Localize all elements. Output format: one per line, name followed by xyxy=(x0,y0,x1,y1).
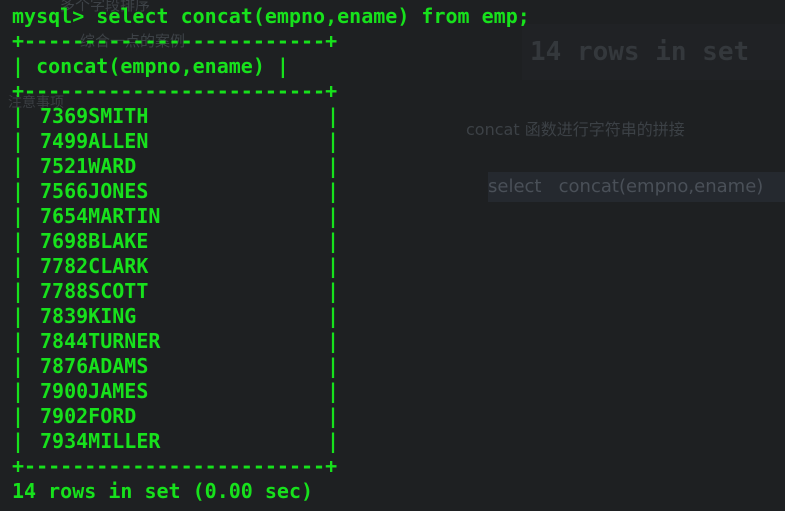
table-pipe-right: | xyxy=(327,204,340,228)
background-ghost-text: concat 函数进行字符串的拼接 xyxy=(466,120,685,139)
table-pipe-right: | xyxy=(327,254,340,278)
table-pipe-left: | xyxy=(12,329,25,353)
table-cell: 7499ALLEN xyxy=(40,129,149,153)
table-row: | 7900JAMES | xyxy=(12,379,339,404)
table-pipe-left: | xyxy=(12,304,25,328)
table-pipe-left: | xyxy=(12,154,25,178)
table-pipe-left: | xyxy=(12,204,25,228)
table-row: | 7788SCOTT | xyxy=(12,279,339,304)
table-cell: 7934MILLER xyxy=(40,429,161,453)
command-text: select concat(empno,ename) from emp; xyxy=(96,4,530,28)
table-row: | 7521WARD | xyxy=(12,154,339,179)
table-row: | 7839KING | xyxy=(12,304,339,329)
table-cell: 7369SMITH xyxy=(40,104,149,128)
table-pipe-right: | xyxy=(327,354,340,378)
table-pipe-right: | xyxy=(327,179,340,203)
table-cell: 7698BLAKE xyxy=(40,229,149,253)
table-pipe-left: | xyxy=(12,404,25,428)
table-pipe-left: | xyxy=(12,129,25,153)
table-pipe-left: | xyxy=(12,104,25,128)
table-pipe-left: | xyxy=(12,229,25,253)
table-border-top: +-------------------------+ xyxy=(12,29,338,53)
table-pipe-right: | xyxy=(327,304,340,328)
table-row: | 7782CLARK | xyxy=(12,254,339,279)
table-pipe-right: | xyxy=(327,279,340,303)
table-row: | 7499ALLEN | xyxy=(12,129,339,154)
table-pipe-left: | xyxy=(12,254,25,278)
table-pipe-left: | xyxy=(12,179,25,203)
table-pipe-right: | xyxy=(327,129,340,153)
table-pipe-left: | xyxy=(12,279,25,303)
table-row: | 7698BLAKE | xyxy=(12,229,339,254)
table-pipe-left: | xyxy=(12,354,25,378)
result-footer: 14 rows in set (0.00 sec) xyxy=(12,479,314,503)
table-cell: 7902FORD xyxy=(40,404,137,428)
table-cell: 7839KING xyxy=(40,304,137,328)
table-cell: 7782CLARK xyxy=(40,254,149,278)
table-cell: 7900JAMES xyxy=(40,379,149,403)
command-line: mysql> select concat(empno,ename) from e… xyxy=(12,4,530,29)
table-row: | 7654MARTIN | xyxy=(12,204,339,229)
table-row: | 7844TURNER | xyxy=(12,329,339,354)
table-cell: 7844TURNER xyxy=(40,329,161,353)
background-ghost-heading: 14 rows in set xyxy=(522,24,785,80)
table-cell: 7876ADAMS xyxy=(40,354,149,378)
table-pipe-right: | xyxy=(327,104,340,128)
table-header: | concat(empno,ename) | xyxy=(12,54,289,78)
table-border-mid: +-------------------------+ xyxy=(12,79,338,103)
table-cell: 7521WARD xyxy=(40,154,137,178)
table-pipe-right: | xyxy=(327,154,340,178)
table-cell: 7566JONES xyxy=(40,179,149,203)
background-ghost-code: select concat(empno,ename) xyxy=(488,172,785,202)
table-row: | 7369SMITH | xyxy=(12,104,339,129)
table-pipe-left: | xyxy=(12,429,25,453)
table-row: | 7566JONES | xyxy=(12,179,339,204)
table-pipe-left: | xyxy=(12,379,25,403)
table-pipe-right: | xyxy=(327,229,340,253)
table-pipe-right: | xyxy=(327,404,340,428)
table-cell: 7654MARTIN xyxy=(40,204,161,228)
table-pipe-right: | xyxy=(327,379,340,403)
table-border-bottom: +-------------------------+ xyxy=(12,454,338,478)
table-row: | 7876ADAMS | xyxy=(12,354,339,379)
table-row: | 7934MILLER | xyxy=(12,429,339,454)
prompt: mysql> xyxy=(12,4,97,28)
table-row: | 7902FORD | xyxy=(12,404,339,429)
table-pipe-right: | xyxy=(327,429,340,453)
table-pipe-right: | xyxy=(327,329,340,353)
table-cell: 7788SCOTT xyxy=(40,279,149,303)
